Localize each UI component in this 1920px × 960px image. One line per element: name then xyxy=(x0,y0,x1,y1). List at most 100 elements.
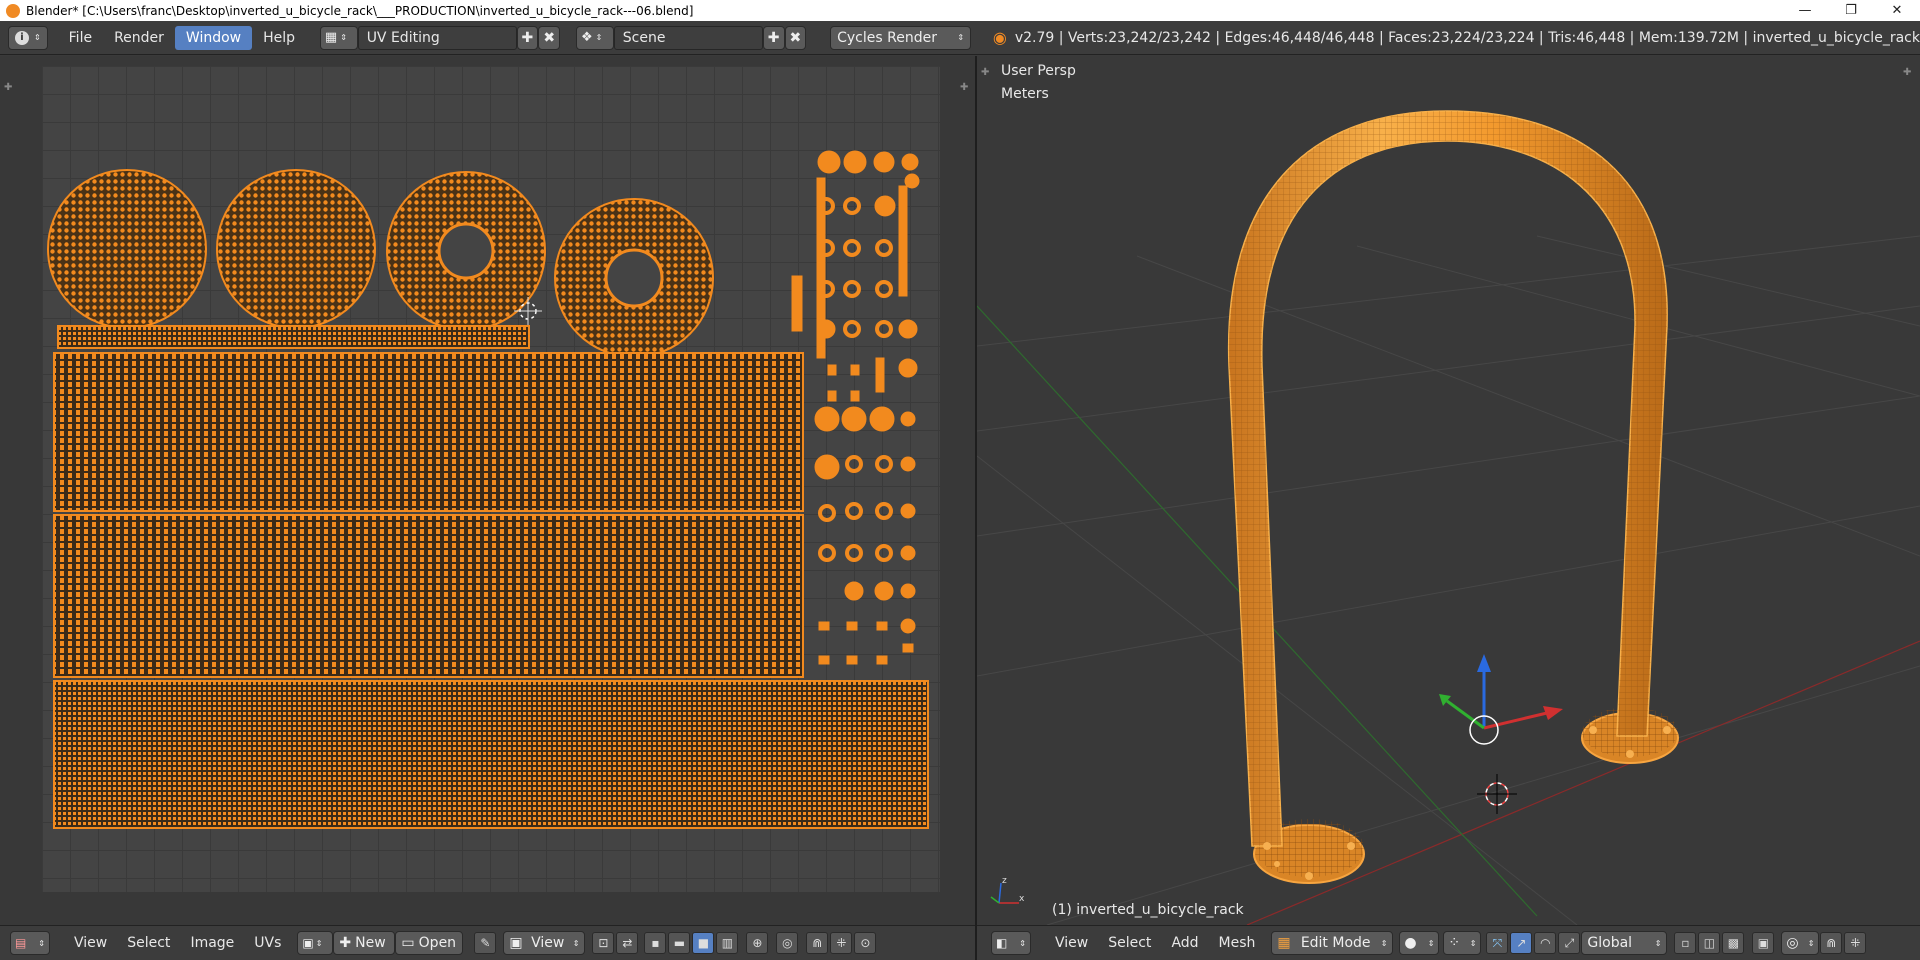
island-select-icon[interactable]: ▥ xyxy=(716,932,739,954)
pivot-point-dropdown[interactable]: ⁘ ⇕ xyxy=(1443,931,1482,955)
pin-icon[interactable]: ✎ xyxy=(474,932,497,954)
uv-canvas[interactable] xyxy=(42,66,940,892)
floor-grid xyxy=(977,235,1920,925)
uv-editor-header: ▤ ⇕ View Select Image UVs ▣ ⇕ ✚ New ▭ Op… xyxy=(0,925,975,960)
menu-file[interactable]: File xyxy=(58,26,103,50)
occlude-geometry-icon[interactable]: ▣ xyxy=(1752,932,1775,954)
open-image-label: Open xyxy=(418,935,457,951)
uv-block-2[interactable] xyxy=(53,514,804,678)
uv-disc-2[interactable] xyxy=(216,169,376,329)
edit-mode-icon: ▦ xyxy=(1277,935,1291,951)
menu-window[interactable]: Window xyxy=(174,25,253,50)
orientation-dropdown[interactable]: Global ⇕ xyxy=(1581,931,1668,955)
uv-menu-image[interactable]: Image xyxy=(180,931,244,955)
uv-menu-view[interactable]: View xyxy=(64,931,117,955)
proportional-edit-icon[interactable]: ◎ xyxy=(776,932,799,954)
mode-dropdown[interactable]: ▦ Edit Mode ⇕ xyxy=(1271,931,1394,955)
image-browse-button[interactable]: ▣ ⇕ xyxy=(297,931,334,955)
solid-shading-icon: ● xyxy=(1404,935,1417,951)
menu-render[interactable]: Render xyxy=(103,26,175,50)
uv-islands[interactable] xyxy=(42,66,940,892)
updown-arrows-icon: ⇕ xyxy=(572,938,580,948)
transform-manipulator-icon[interactable] xyxy=(1439,654,1563,745)
uv-menu-select[interactable]: Select xyxy=(117,931,180,955)
editor-type-selector[interactable]: i ⇕ xyxy=(7,25,48,50)
3d-viewport[interactable]: ✚ ✚ User Persp Meters z x (1) inverted_u… xyxy=(977,56,1920,925)
viewport-shading-dropdown[interactable]: ● ⇕ xyxy=(1399,931,1440,955)
scene-selector[interactable]: ❖ ⇕ xyxy=(576,25,614,50)
3d-cursor-icon[interactable] xyxy=(1477,774,1517,814)
uv-ring-2[interactable] xyxy=(554,198,714,358)
scene-statistics: v2.79 | Verts:23,242/23,242 | Edges:46,4… xyxy=(1014,29,1920,46)
plus-icon: ✚ xyxy=(521,29,534,46)
view3d-menu-view[interactable]: View xyxy=(1045,931,1098,955)
minimize-button[interactable]: — xyxy=(1782,0,1828,21)
overlay-icon[interactable]: ⊙ xyxy=(854,932,877,954)
scene-icon: ❖ xyxy=(581,30,593,45)
snap-icon[interactable]: ⋒ xyxy=(806,932,829,954)
screen-layout-selector[interactable]: ▦ ⇕ xyxy=(319,25,358,50)
screen-layout-field[interactable]: UV Editing xyxy=(357,25,517,50)
folder-icon: ▭ xyxy=(401,935,415,951)
window-titlebar: Blender* [C:\Users\franc\Desktop\inverte… xyxy=(0,0,1920,21)
add-layout-button[interactable]: ✚ xyxy=(516,25,539,50)
updown-arrows-icon: ⇕ xyxy=(1019,938,1026,948)
vertex-select-mode-icon[interactable]: ▫ xyxy=(1674,932,1697,954)
edge-select-mode-icon[interactable]: ◫ xyxy=(1698,932,1721,954)
pivot-icon[interactable]: ⊡ xyxy=(592,932,615,954)
snap-target-icon[interactable]: ⁜ xyxy=(830,932,853,954)
updown-arrows-icon: ⇕ xyxy=(595,33,603,42)
bicycle-rack-mesh[interactable] xyxy=(1227,110,1679,884)
scale-manipulator-icon[interactable]: ⤢ xyxy=(1558,932,1581,954)
face-select-mode-icon[interactable]: ▩ xyxy=(1722,932,1745,954)
editor-type-selector[interactable]: ◧ ⇕ xyxy=(991,931,1031,955)
snap-element-icon[interactable]: ⁜ xyxy=(1844,932,1867,954)
active-object-label: (1) inverted_u_bicycle_rack xyxy=(1052,902,1244,918)
menu-help[interactable]: Help xyxy=(252,26,306,50)
view3d-menu-add[interactable]: Add xyxy=(1161,931,1208,955)
delete-layout-button[interactable]: ✖ xyxy=(538,25,561,50)
svg-text:x: x xyxy=(1019,894,1025,904)
left-toolshelf-toggle-icon[interactable]: ✚ xyxy=(4,82,12,93)
viewport-scene[interactable]: z x xyxy=(977,56,1920,925)
manipulator-toggle-icon[interactable]: ⤧ xyxy=(1486,932,1509,954)
add-scene-button[interactable]: ✚ xyxy=(762,25,785,50)
window-title: Blender* [C:\Users\franc\Desktop\inverte… xyxy=(26,3,694,18)
render-engine-label: Cycles Render xyxy=(837,29,937,46)
open-image-button[interactable]: ▭ Open xyxy=(395,931,464,955)
cube-icon: ◧ xyxy=(996,936,1008,950)
editor-type-selector[interactable]: ▤ ⇕ xyxy=(10,931,50,955)
view-mode-icon: ▣ xyxy=(509,935,523,951)
sync-selection-icon[interactable]: ⇄ xyxy=(616,932,639,954)
new-image-button[interactable]: ✚ New xyxy=(333,931,396,955)
uv-disc-1[interactable] xyxy=(47,169,207,329)
uv-ring-1[interactable] xyxy=(386,171,546,331)
right-properties-toggle-icon[interactable]: ✚ xyxy=(960,82,968,93)
plus-icon: ✚ xyxy=(339,935,352,951)
render-engine-dropdown[interactable]: Cycles Render ⇕ xyxy=(830,25,972,50)
info-header: i ⇕ File Render Window Help ▦ ⇕ UV Editi… xyxy=(0,21,1920,55)
translate-manipulator-icon[interactable]: ↗ xyxy=(1510,932,1533,954)
close-button[interactable]: ✕ xyxy=(1874,0,1920,21)
uv-image-editor[interactable]: ✚ ✚ xyxy=(0,56,975,925)
delete-scene-button[interactable]: ✖ xyxy=(784,25,807,50)
uv-block-3[interactable] xyxy=(53,680,929,829)
vertex-select-icon[interactable]: ▪ xyxy=(644,932,667,954)
view-mode-dropdown[interactable]: ▣ View ⇕ xyxy=(503,931,586,955)
maximize-button[interactable]: ❐ xyxy=(1828,0,1874,21)
x-icon: ✖ xyxy=(543,29,556,46)
x-axis-line xyxy=(1246,640,1920,925)
edge-select-icon[interactable]: ▬ xyxy=(668,932,691,954)
proportional-edit-dropdown[interactable]: ◎ ⇕ xyxy=(1781,931,1820,955)
view3d-menu-mesh[interactable]: Mesh xyxy=(1209,931,1266,955)
rotate-manipulator-icon[interactable]: ◠ xyxy=(1534,932,1557,954)
face-select-icon[interactable]: ■ xyxy=(692,932,715,954)
uv-small-parts[interactable] xyxy=(791,150,920,665)
snap-toggle-icon[interactable]: ⋒ xyxy=(1820,932,1843,954)
uv-menu-uvs[interactable]: UVs xyxy=(244,931,291,955)
view3d-menu-select[interactable]: Select xyxy=(1098,931,1161,955)
uv-strip-thin[interactable] xyxy=(57,325,530,349)
uv-block-1[interactable] xyxy=(53,352,804,512)
sticky-select-icon[interactable]: ⊕ xyxy=(746,932,769,954)
scene-field[interactable]: Scene xyxy=(613,25,763,50)
